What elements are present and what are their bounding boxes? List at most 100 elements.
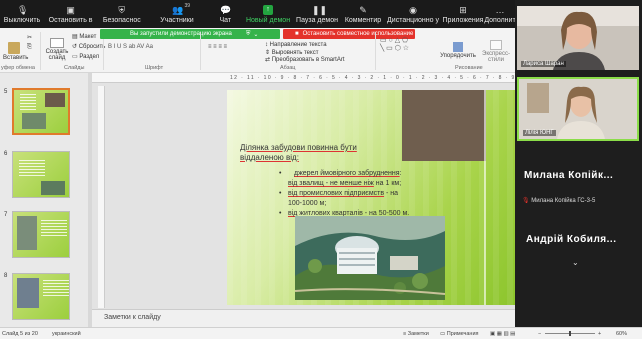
group-label-paragraph: Абзац [280, 65, 296, 71]
powerpoint-ribbon: Вставить ✂ ⎘ Создать слайд ▤ Макет ↺ Сбр… [0, 28, 515, 73]
new-share-button[interactable]: ↑ Новый демон [243, 0, 293, 28]
layout-button[interactable]: ▤ Макет [72, 33, 96, 40]
remote-control-button[interactable]: ◉ Дистанционно у [385, 0, 441, 28]
slide-thumbnails-panel: 5 6 7 8 [0, 73, 92, 329]
list-item: від звалищ - не менше ніж на 1 км; [288, 180, 402, 187]
participant-name-large: Андрій Кобиля... [526, 234, 617, 245]
building-render-illustration [295, 216, 445, 300]
camera-icon: ▣ [66, 4, 75, 15]
slide-counter: Слайд 5 из 20 [2, 331, 38, 337]
pause-share-button[interactable]: ❚❚ Пауза демон [293, 0, 341, 28]
shapes-gallery[interactable]: ▭ ○ △ ⬠ ╲ ▭ ⬡ ☆ [380, 36, 409, 52]
thumb-number: 7 [4, 212, 8, 218]
participant-name: Лариса Шаран [521, 61, 566, 67]
thumb-text [43, 280, 69, 296]
align-text-button[interactable]: ⇕ Выровнять текст [265, 49, 318, 56]
screen: 🎙 Выключить ▣ Остановить в ⛨ Безопаснос … [0, 0, 642, 339]
slide-thumbnail[interactable] [12, 88, 70, 135]
security-button[interactable]: ⛨ Безопаснос [97, 0, 146, 28]
arrange-icon [453, 42, 463, 52]
zoom-out-icon[interactable]: − [538, 331, 541, 337]
group-label-font: Шрифт [145, 65, 164, 71]
thumb-number: 6 [4, 151, 8, 157]
participant-video-tile-active[interactable]: Лілія ЮНГ [517, 77, 639, 141]
paragraph-controls[interactable]: ≡ ≡ ≡ ≡ [208, 44, 227, 50]
stop-square-icon: ■ [295, 31, 299, 37]
thumb-image [41, 181, 65, 195]
slide-thumbnail[interactable] [12, 273, 70, 320]
scroll-down-icon[interactable]: ⌄ [572, 258, 579, 267]
mouse-icon: ◉ [409, 4, 417, 15]
view-buttons[interactable]: ▣ ▦ ▥ ▤ [490, 331, 515, 337]
reset-button[interactable]: ↺ Сбросить [72, 43, 105, 50]
pen-icon: ✎ [359, 4, 367, 15]
slide-thumbnail[interactable] [12, 151, 70, 198]
list-item: 100-1000 м; [288, 200, 327, 207]
styles-icon [490, 40, 502, 50]
more-button[interactable]: … Дополнит [484, 0, 515, 28]
slide-aerial-rendering-image[interactable] [295, 216, 445, 300]
shield-check-icon: ⛨ [245, 30, 251, 37]
stop-video-button[interactable]: ▣ Остановить в [44, 0, 97, 28]
zoom-in-icon[interactable]: + [598, 331, 601, 337]
group-label-clipboard: уфер обмена [1, 65, 35, 71]
chat-button[interactable]: 💬 Чат [208, 0, 244, 28]
sharing-status-banner: Вы запустили демонстрацию экрана ⛨ ⌄ [100, 29, 280, 39]
participant-name-small: 🎙 Милана Копійка ГС-3-5 [522, 198, 596, 204]
pause-icon: ❚❚ [312, 4, 328, 15]
apps-button[interactable]: ⊞ Приложения [441, 0, 485, 28]
new-slide-icon [50, 38, 64, 48]
cut-icon[interactable]: ✂ [27, 34, 32, 41]
list-item: джерел ймовірного забруднення: [279, 169, 458, 178]
vertical-ruler [98, 86, 105, 308]
group-label-drawing: Рисование [455, 65, 483, 71]
microphone-icon: 🎙 [17, 4, 29, 15]
participant-name: Лілія ЮНГ [523, 130, 556, 136]
new-slide-button[interactable]: Создать слайд [43, 38, 71, 61]
thumb-number: 5 [4, 89, 8, 95]
slide-title[interactable]: Ділянка забудови повинна бути віддаленою… [240, 143, 390, 163]
annotate-button[interactable]: ✎ Комментир [341, 0, 385, 28]
zoom-slider-handle[interactable] [569, 331, 571, 336]
muted-mic-icon: 🎙 [522, 198, 530, 204]
section-button[interactable]: ▭ Раздел [72, 53, 99, 60]
mute-button[interactable]: 🎙 Выключить [0, 0, 44, 28]
thumb-shape [45, 93, 65, 107]
arrange-button[interactable]: Упорядочить [440, 42, 476, 59]
slide-bullet-list[interactable]: джерел ймовірного забруднення: від звали… [279, 169, 458, 219]
divider [375, 32, 376, 70]
thumb-text [20, 94, 36, 110]
slide-thumbnail[interactable] [12, 211, 70, 258]
chevron-down-icon: ⌄ [253, 31, 259, 38]
group-label-slides: Слайды [64, 65, 85, 71]
participants-button[interactable]: 👥 Участники 39 [146, 0, 207, 28]
status-bar: Слайд 5 из 20 украинский ≡ Заметки ▭ При… [0, 327, 642, 339]
font-controls[interactable]: B I U S ab AV Aa [108, 44, 153, 50]
smartart-button[interactable]: ⇄ Преобразовать в SmartArt [265, 56, 344, 63]
notes-pane[interactable]: Заметки к слайду [92, 309, 515, 327]
slide-decor-rectangle [402, 90, 486, 161]
horizontal-ruler: 12 · 11 · 10 · 9 · 8 · 7 · 6 · 5 · 4 · 3… [92, 73, 515, 83]
chat-icon: 💬 [220, 4, 232, 15]
zoom-meeting-toolbar: 🎙 Выключить ▣ Остановить в ⛨ Безопаснос … [0, 0, 516, 28]
slide-decor-line [484, 90, 486, 305]
paste-button[interactable]: Вставить [3, 42, 28, 61]
clipboard-icon [8, 42, 20, 54]
comments-toggle[interactable]: ▭ Примечания [440, 331, 479, 337]
apps-icon: ⊞ [459, 4, 467, 15]
copy-icon[interactable]: ⎘ [27, 44, 32, 51]
ellipsis-icon: … [495, 4, 505, 15]
thumb-number: 8 [4, 273, 8, 279]
quick-styles-button[interactable]: Экспресс- стили [478, 40, 514, 63]
participant-name-large: Милана Копійк... [524, 170, 614, 181]
language-indicator[interactable]: украинский [52, 331, 81, 337]
divider [200, 32, 201, 70]
zoom-level[interactable]: 60% [616, 331, 627, 337]
thumb-image [17, 278, 39, 308]
participant-video-tile[interactable]: Лариса Шаран [517, 6, 639, 70]
notes-toggle[interactable]: ≡ Заметки [403, 331, 429, 337]
divider [40, 32, 41, 70]
text-direction-button[interactable]: ↕ Направление текста [265, 42, 327, 48]
participants-count: 39 [184, 3, 191, 9]
thumb-text [41, 220, 67, 236]
